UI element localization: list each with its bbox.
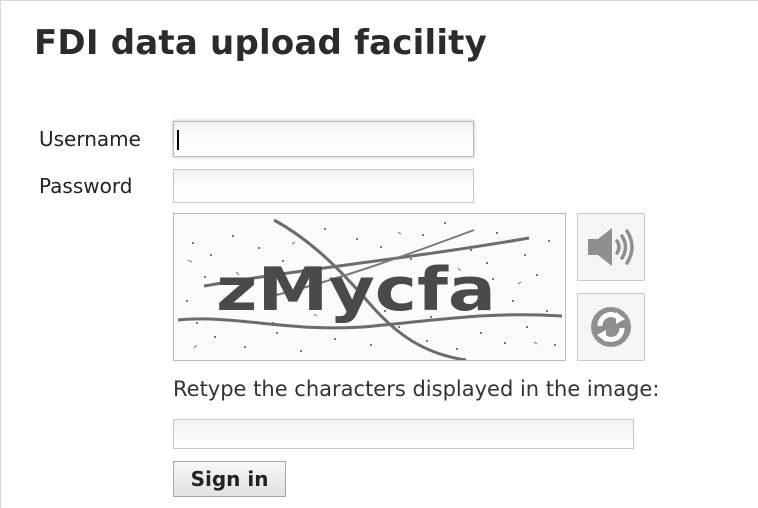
username-label: Username (39, 127, 141, 151)
page-title: FDI data upload facility (34, 23, 487, 63)
refresh-captcha-button[interactable] (577, 293, 645, 361)
speaker-icon (588, 228, 634, 266)
refresh-icon (591, 307, 631, 347)
captcha-characters: zMycfa (216, 255, 496, 325)
captcha-input[interactable] (173, 419, 634, 449)
username-input[interactable] (173, 121, 474, 157)
captcha-instruction: Retype the characters displayed in the i… (173, 377, 660, 401)
password-input[interactable] (173, 169, 474, 203)
sign-in-button[interactable]: Sign in (173, 461, 286, 497)
password-label: Password (39, 174, 133, 198)
login-form-panel: FDI data upload facility Username Passwo… (0, 0, 758, 508)
captcha-image: zMycfa (173, 213, 566, 361)
captcha-image-graphic: zMycfa (177, 218, 563, 360)
text-cursor (177, 130, 179, 150)
audio-captcha-button[interactable] (577, 213, 645, 281)
